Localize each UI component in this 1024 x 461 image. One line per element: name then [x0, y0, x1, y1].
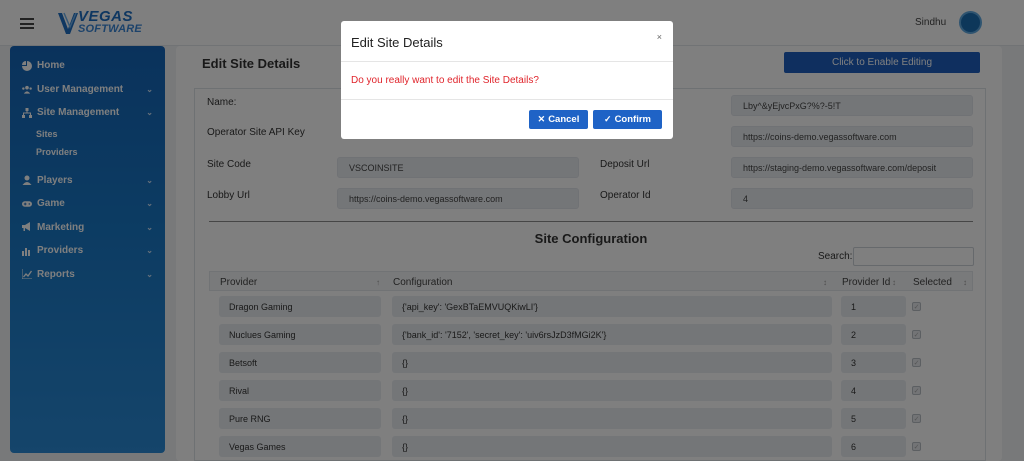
confirmation-message: Do you really want to edit the Site Deta…	[351, 75, 539, 86]
cancel-label: Cancel	[548, 114, 580, 125]
confirm-label: Confirm	[614, 114, 651, 125]
dialog-body: Do you really want to edit the Site Deta…	[341, 62, 673, 100]
close-icon: ✕	[537, 114, 546, 124]
confirm-button[interactable]: ✓ Confirm	[593, 110, 662, 129]
dialog-title: Edit Site Details	[351, 35, 443, 50]
close-icon[interactable]: ×	[657, 32, 662, 42]
dialog-header: Edit Site Details ×	[341, 21, 673, 62]
cancel-button[interactable]: ✕ Cancel	[529, 110, 588, 129]
edit-site-details-dialog: Edit Site Details × Do you really want t…	[341, 21, 673, 139]
check-icon: ✓	[604, 114, 612, 124]
